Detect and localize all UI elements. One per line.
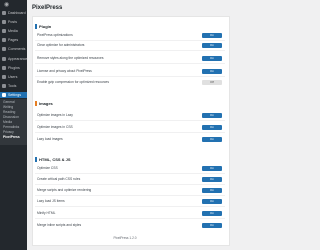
sidebar-item-dashboard[interactable]: Dashboard bbox=[0, 10, 27, 16]
sidebar-item-label: Comments bbox=[8, 47, 26, 51]
option-toggle[interactable]: On bbox=[202, 33, 222, 38]
row-divider bbox=[35, 132, 225, 133]
row-divider bbox=[35, 50, 225, 51]
section-title-plugin: Plugin bbox=[35, 24, 51, 29]
row-divider bbox=[35, 206, 225, 207]
dashboard-icon bbox=[2, 11, 6, 15]
section-title-html-css-js: HTML, CSS & JS bbox=[35, 157, 71, 162]
plugin-icon bbox=[2, 66, 6, 70]
admin-sidebar: ◉ Dashboard Posts Media Pages Comments A… bbox=[0, 0, 27, 250]
option-toggle[interactable]: On bbox=[202, 69, 222, 74]
option-label: Optimize CSS bbox=[37, 166, 58, 170]
row-divider bbox=[35, 120, 225, 121]
option-toggle[interactable]: On bbox=[202, 56, 222, 61]
option-toggle[interactable]: On bbox=[202, 188, 222, 193]
settings-submenu: General Writing Reading Discussion Media… bbox=[0, 99, 27, 145]
submenu-item-pixelpress[interactable]: PixelPress bbox=[3, 135, 20, 140]
option-toggle[interactable]: On bbox=[202, 223, 222, 228]
option-toggle[interactable]: On bbox=[202, 211, 222, 216]
option-label: Enable gzip compression for optimized re… bbox=[37, 80, 110, 84]
option-label: License and privacy about PixelPress bbox=[37, 69, 92, 73]
option-label: Optimize images in Lazy bbox=[37, 113, 73, 117]
sidebar-item-media[interactable]: Media bbox=[0, 28, 27, 34]
sidebar-item-users[interactable]: Users bbox=[0, 74, 27, 80]
option-label: Clear optimize for administrators bbox=[37, 43, 85, 47]
option-label: Create critical path CSS rules bbox=[37, 177, 81, 181]
settings-icon bbox=[2, 93, 6, 97]
sidebar-item-posts[interactable]: Posts bbox=[0, 19, 27, 25]
sidebar-item-label: Users bbox=[8, 75, 18, 79]
sidebar-item-tools[interactable]: Tools bbox=[0, 83, 27, 89]
page-title: PixelPress bbox=[32, 5, 63, 11]
option-label: PixelPress optimizations bbox=[37, 33, 73, 37]
sidebar-item-settings[interactable]: Settings bbox=[0, 92, 27, 98]
sidebar-item-label: Media bbox=[8, 29, 18, 33]
sidebar-item-plugins[interactable]: Plugins bbox=[0, 65, 27, 71]
sidebar-item-label: Settings bbox=[8, 93, 21, 97]
pin-icon bbox=[2, 20, 6, 24]
sidebar-item-pages[interactable]: Pages bbox=[0, 37, 27, 43]
option-toggle[interactable]: Off bbox=[202, 80, 222, 85]
tools-icon bbox=[2, 84, 6, 88]
option-label: Optimize images in CSS bbox=[37, 125, 73, 129]
row-divider bbox=[35, 173, 225, 174]
brush-icon bbox=[2, 57, 6, 61]
option-toggle[interactable]: On bbox=[202, 166, 222, 171]
row-divider bbox=[35, 195, 225, 196]
sidebar-item-comments[interactable]: Comments bbox=[0, 46, 27, 52]
option-toggle[interactable]: On bbox=[202, 199, 222, 204]
option-label: Remove styles along the optimized resour… bbox=[37, 56, 104, 60]
option-label: Lazy load JS items bbox=[37, 199, 65, 203]
wordpress-logo-icon[interactable]: ◉ bbox=[4, 2, 14, 8]
page-icon bbox=[2, 38, 6, 42]
row-divider bbox=[35, 40, 225, 41]
users-icon bbox=[2, 75, 6, 79]
sidebar-item-label: Tools bbox=[8, 84, 17, 88]
row-divider bbox=[35, 76, 225, 77]
section-title-images: Images bbox=[35, 101, 53, 106]
option-toggle[interactable]: On bbox=[202, 125, 222, 130]
option-toggle[interactable]: On bbox=[202, 113, 222, 118]
option-toggle[interactable]: On bbox=[202, 177, 222, 182]
sidebar-item-label: Dashboard bbox=[8, 11, 26, 15]
media-icon bbox=[2, 29, 6, 33]
plugin-version-footer: PixelPress 1.2.0 bbox=[113, 236, 137, 240]
row-divider bbox=[35, 218, 225, 219]
option-label: Merge inline scripts and styles bbox=[37, 223, 82, 227]
option-label: Lazy load images bbox=[37, 137, 63, 141]
row-divider bbox=[35, 63, 225, 64]
row-divider bbox=[35, 184, 225, 185]
option-toggle[interactable]: On bbox=[202, 43, 222, 48]
sidebar-item-label: Posts bbox=[8, 20, 17, 24]
option-label: Minify HTML bbox=[37, 211, 56, 215]
sidebar-item-appearance[interactable]: Appearance bbox=[0, 56, 27, 62]
sidebar-item-label: Plugins bbox=[8, 66, 20, 70]
option-toggle[interactable]: On bbox=[202, 137, 222, 142]
option-label: Merge scripts and optimize rendering bbox=[37, 188, 92, 192]
comment-icon bbox=[2, 47, 6, 51]
sidebar-item-label: Appearance bbox=[8, 57, 28, 61]
sidebar-item-label: Pages bbox=[8, 38, 19, 42]
